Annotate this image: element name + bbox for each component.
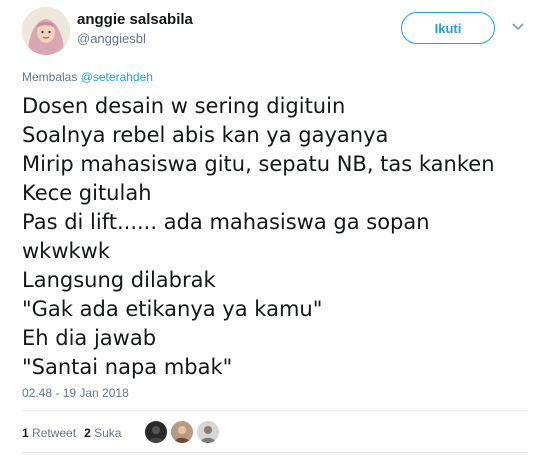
tweet-line: Langsung dilabrak	[22, 268, 216, 292]
tweet-stats: 1 Retweet 2 Suka	[22, 426, 121, 440]
user-avatar-icon	[22, 7, 70, 55]
tweet-line: Pas di lift...... ada mahasiswa ga sopan	[22, 210, 430, 234]
author-avatar[interactable]	[22, 7, 70, 55]
user-avatar-icon	[171, 421, 193, 443]
like-count: 2	[84, 426, 91, 440]
reply-context: Membalas @seterahdeh	[22, 70, 153, 84]
user-avatar-icon	[145, 421, 167, 443]
tweet-line: Soalnya rebel abis kan ya gayanya	[22, 123, 389, 147]
tweet-line: Kece gitulah	[22, 181, 152, 205]
follow-button[interactable]: Ikuti	[401, 12, 495, 44]
tweet-line: "Gak ada etikanya ya kamu"	[22, 297, 323, 321]
liker-avatar[interactable]	[171, 421, 193, 443]
liker-avatar[interactable]	[145, 421, 167, 443]
divider-top	[22, 410, 528, 411]
reply-prefix: Membalas	[22, 70, 78, 84]
like-stat[interactable]: 2 Suka	[84, 426, 121, 440]
tweet-line: Eh dia jawab	[22, 326, 157, 350]
tweet-timestamp[interactable]: 02.48 - 19 Jan 2018	[22, 386, 129, 400]
user-avatar-icon	[197, 421, 219, 443]
author-display-name[interactable]: anggie salsabila	[77, 11, 193, 28]
author-handle[interactable]: @anggiesbl	[77, 31, 146, 46]
reply-mention-link[interactable]: @seterahdeh	[81, 70, 153, 84]
retweet-count: 1	[22, 426, 29, 440]
tweet-line: Dosen desain w sering digituin	[22, 94, 346, 118]
retweet-stat[interactable]: 1 Retweet	[22, 426, 76, 440]
like-label: Suka	[94, 426, 122, 440]
tweet-text: Dosen desain w sering digituin Soalnya r…	[22, 92, 532, 382]
chevron-down-icon[interactable]	[511, 22, 525, 32]
tweet-line: "Santai napa mbak"	[22, 355, 233, 379]
likers-avatars	[145, 421, 219, 443]
divider-bottom	[22, 452, 528, 453]
retweet-label: Retweet	[32, 426, 77, 440]
liker-avatar[interactable]	[197, 421, 219, 443]
tweet-line: wkwkwk	[22, 239, 111, 263]
tweet-line: Mirip mahasiswa gitu, sepatu NB, tas kan…	[22, 152, 495, 176]
